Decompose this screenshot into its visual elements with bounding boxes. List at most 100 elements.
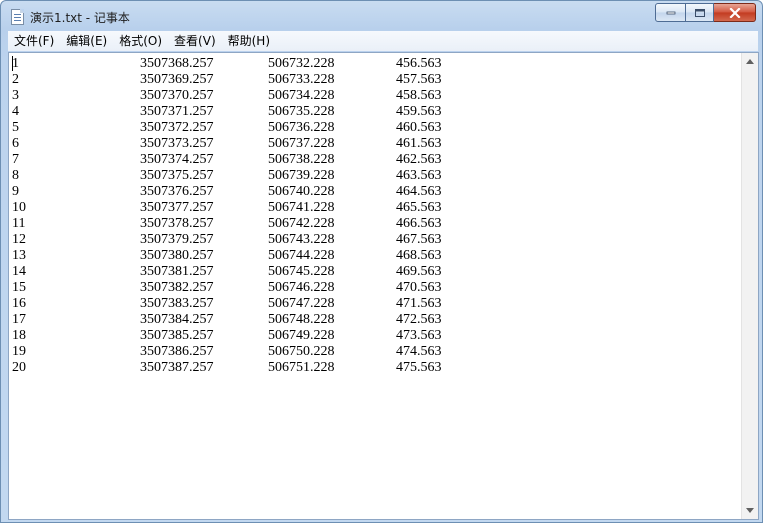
notepad-app-icon[interactable] xyxy=(11,9,24,25)
coord-y: 506736.228 xyxy=(268,120,335,135)
text-line: 9 3507376.257 506740.228 464.563 xyxy=(9,184,742,200)
coord-x: 3507370.257 xyxy=(140,88,214,103)
coord-y: 506734.228 xyxy=(268,88,335,103)
text-line: 3 3507370.257 506734.228 458.563 xyxy=(9,88,742,104)
window-title: 演示1.txt - 记事本 xyxy=(30,11,130,25)
text-line: 14 3507381.257 506745.228 469.563 xyxy=(9,264,742,280)
line-index: 5 xyxy=(12,120,19,135)
coord-x: 3507372.257 xyxy=(140,120,214,135)
menu-help[interactable]: 帮助(H) xyxy=(222,31,276,51)
line-index: 13 xyxy=(12,248,26,263)
coord-x: 3507374.257 xyxy=(140,152,214,167)
coord-x: 3507375.257 xyxy=(140,168,214,183)
coord-y: 506745.228 xyxy=(268,264,335,279)
title-bar[interactable]: 演示1.txt - 记事本 xyxy=(1,1,762,31)
coord-z: 458.563 xyxy=(396,88,442,103)
coord-z: 471.563 xyxy=(396,296,442,311)
coord-x: 3507368.257 xyxy=(140,56,214,71)
coord-x: 3507381.257 xyxy=(140,264,214,279)
coord-z: 475.563 xyxy=(396,360,442,375)
text-line: 10 3507377.257 506741.228 465.563 xyxy=(9,200,742,216)
line-index: 8 xyxy=(12,168,19,183)
coord-z: 467.563 xyxy=(396,232,442,247)
coord-y: 506747.228 xyxy=(268,296,335,311)
menu-view[interactable]: 查看(V) xyxy=(168,31,222,51)
menu-file[interactable]: 文件(F) xyxy=(8,31,60,51)
coord-y: 506743.228 xyxy=(268,232,335,247)
coord-y: 506750.228 xyxy=(268,344,335,359)
vertical-scrollbar[interactable] xyxy=(741,53,758,519)
coord-x: 3507383.257 xyxy=(140,296,214,311)
text-line: 1 3507368.257 506732.228 456.563 xyxy=(9,56,742,72)
coord-y: 506744.228 xyxy=(268,248,335,263)
coord-y: 506741.228 xyxy=(268,200,335,215)
text-line: 20 3507387.257 506751.228 475.563 xyxy=(9,360,742,376)
coord-x: 3507380.257 xyxy=(140,248,214,263)
scroll-down-arrow-icon xyxy=(746,508,754,513)
coord-x: 3507373.257 xyxy=(140,136,214,151)
text-line: 18 3507385.257 506749.228 473.563 xyxy=(9,328,742,344)
line-index: 2 xyxy=(12,72,19,87)
coord-y: 506738.228 xyxy=(268,152,335,167)
coord-y: 506746.228 xyxy=(268,280,335,295)
text-line: 4 3507371.257 506735.228 459.563 xyxy=(9,104,742,120)
scroll-up-button[interactable] xyxy=(742,53,758,70)
scroll-up-arrow-icon xyxy=(746,59,754,64)
coord-x: 3507384.257 xyxy=(140,312,214,327)
text-line: 16 3507383.257 506747.228 471.563 xyxy=(9,296,742,312)
coord-z: 473.563 xyxy=(396,328,442,343)
minimize-button[interactable] xyxy=(655,3,686,22)
coord-x: 3507382.257 xyxy=(140,280,214,295)
coord-x: 3507385.257 xyxy=(140,328,214,343)
line-index: 9 xyxy=(12,184,19,199)
coord-z: 459.563 xyxy=(396,104,442,119)
caption-buttons xyxy=(655,3,756,22)
coord-y: 506742.228 xyxy=(268,216,335,231)
text-editor[interactable]: 1 3507368.257 506732.228 456.563 2 3507369.25… xyxy=(8,52,759,520)
text-line: 7 3507374.257 506738.228 462.563 xyxy=(9,152,742,168)
line-index: 11 xyxy=(12,216,26,231)
maximize-button[interactable] xyxy=(686,3,714,22)
line-index: 1 xyxy=(12,56,19,71)
text-line: 19 3507386.257 506750.228 474.563 xyxy=(9,344,742,360)
line-index: 20 xyxy=(12,360,26,375)
coord-x: 3507376.257 xyxy=(140,184,214,199)
coord-z: 474.563 xyxy=(396,344,442,359)
coord-z: 469.563 xyxy=(396,264,442,279)
line-index: 15 xyxy=(12,280,26,295)
coord-x: 3507379.257 xyxy=(140,232,214,247)
coord-z: 470.563 xyxy=(396,280,442,295)
text-content-area[interactable]: 1 3507368.257 506732.228 456.563 2 3507369.25… xyxy=(9,53,742,519)
coord-z: 468.563 xyxy=(396,248,442,263)
menu-format[interactable]: 格式(O) xyxy=(113,31,168,51)
text-line: 17 3507384.257 506748.228 472.563 xyxy=(9,312,742,328)
scroll-down-button[interactable] xyxy=(742,502,758,519)
coord-z: 461.563 xyxy=(396,136,442,151)
coord-y: 506732.228 xyxy=(268,56,335,71)
text-line: 6 3507373.257 506737.228 461.563 xyxy=(9,136,742,152)
coord-x: 3507377.257 xyxy=(140,200,214,215)
coord-x: 3507386.257 xyxy=(140,344,214,359)
coord-z: 464.563 xyxy=(396,184,442,199)
coord-y: 506748.228 xyxy=(268,312,335,327)
coord-z: 463.563 xyxy=(396,168,442,183)
line-index: 16 xyxy=(12,296,26,311)
menu-edit[interactable]: 编辑(E) xyxy=(60,31,113,51)
coord-z: 457.563 xyxy=(396,72,442,87)
maximize-icon xyxy=(694,8,705,17)
text-line: 5 3507372.257 506736.228 460.563 xyxy=(9,120,742,136)
text-line: 12 3507379.257 506743.228 467.563 xyxy=(9,232,742,248)
line-index: 12 xyxy=(12,232,26,247)
coord-z: 462.563 xyxy=(396,152,442,167)
close-button[interactable] xyxy=(714,3,756,22)
line-index: 6 xyxy=(12,136,19,151)
coord-z: 472.563 xyxy=(396,312,442,327)
coord-y: 506737.228 xyxy=(268,136,335,151)
text-line: 8 3507375.257 506739.228 463.563 xyxy=(9,168,742,184)
close-icon xyxy=(729,7,740,18)
coord-y: 506740.228 xyxy=(268,184,335,199)
text-line: 2 3507369.257 506733.228 457.563 xyxy=(9,72,742,88)
coord-x: 3507371.257 xyxy=(140,104,214,119)
minimize-icon xyxy=(666,11,675,14)
coord-x: 3507369.257 xyxy=(140,72,214,87)
